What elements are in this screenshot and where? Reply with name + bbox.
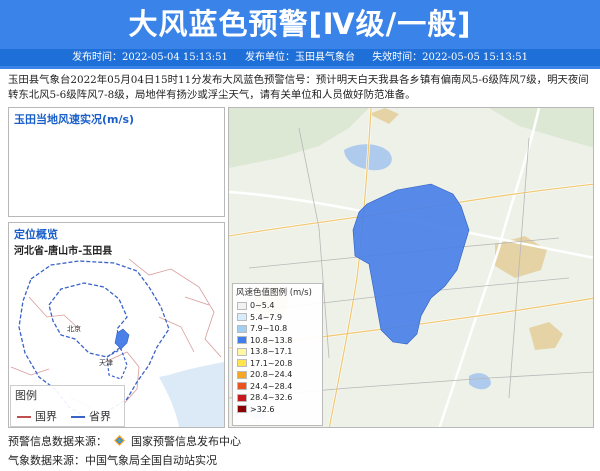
national-border-line-icon [17, 416, 31, 418]
speed-legend-item: >32.6 [233, 404, 322, 416]
boundary-legend: 图例 国界 省界 [10, 385, 125, 427]
speed-legend-item: 5.4~7.9 [233, 312, 322, 324]
warning-source-line: 预警信息数据来源： 国家预警信息发布中心 [8, 435, 241, 448]
speed-legend-item: 10.8~13.8 [233, 335, 322, 347]
speed-legend-item: 24.4~28.4 [233, 381, 322, 393]
header-banner: 大风蓝色预警[Ⅳ级/一般] 发布时间：2022-05-04 15:13:51 发… [0, 0, 600, 69]
legend-province-border: 省界 [71, 408, 111, 424]
warning-center-link[interactable]: 国家预警信息发布中心 [131, 435, 241, 448]
weather-source-line: 气象数据来源：中国气象局全国自动站实况 [8, 454, 217, 467]
warning-title: 大风蓝色预警[Ⅳ级/一般] [128, 7, 472, 41]
speed-legend-item: 20.8~24.4 [233, 369, 322, 381]
legend-national-border: 国界 [17, 408, 57, 424]
speed-legend-item: 0~5.4 [233, 300, 322, 312]
speed-legend-item: 7.9~10.8 [233, 323, 322, 335]
speed-legend-item: 17.1~20.8 [233, 358, 322, 370]
warning-description: 玉田县气象台2022年05月04日15时11分发布大风蓝色预警信号：预计明天白天… [8, 74, 589, 101]
boundary-legend-title: 图例 [15, 389, 37, 402]
speed-legend-item: 28.4~32.6 [233, 392, 322, 404]
speed-legend-item: 13.8~17.1 [233, 346, 322, 358]
meta-bar: 发布时间：2022-05-04 15:13:51 发布单位：玉田县气象台 失效时… [0, 49, 600, 66]
location-subtitle: 河北省-唐山市-玉田县 [14, 246, 113, 257]
province-border-line-icon [71, 416, 85, 418]
map-label-beijing: 北京 [67, 324, 81, 333]
wind-speed-legend: 风速色值图例 (m/s) 0~5.4 5.4~7.9 7.9~10.8 10.8… [232, 283, 323, 426]
map-label-tianjin: 天津 [99, 359, 113, 367]
wind-panel-title: 玉田当地风速实况(m/s) [14, 113, 135, 126]
speed-legend-title: 风速色值图例 (m/s) [236, 288, 312, 298]
wind-speed-panel: 玉田当地风速实况(m/s) [8, 107, 225, 217]
expire-time: 失效时间：2022-05-05 15:13:51 [372, 52, 528, 63]
publish-time: 发布时间：2022-05-04 15:13:51 [72, 52, 228, 63]
publisher: 发布单位：玉田县气象台 [245, 52, 355, 63]
warning-center-logo-icon [113, 435, 125, 446]
